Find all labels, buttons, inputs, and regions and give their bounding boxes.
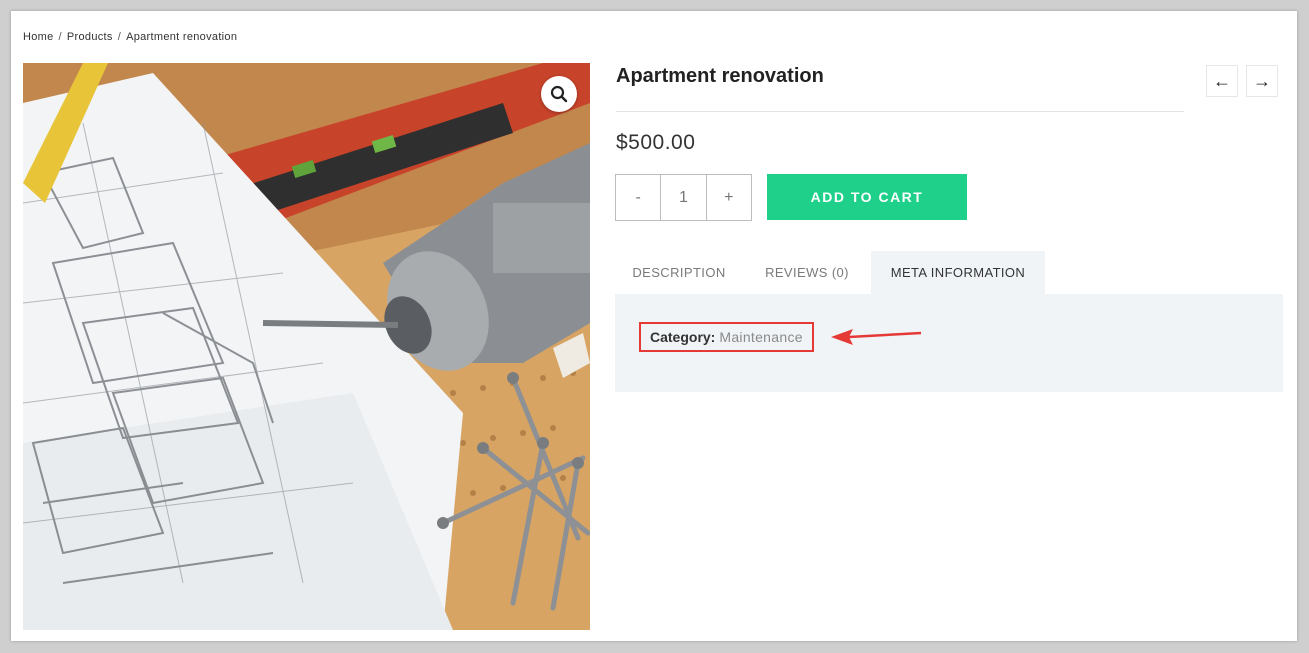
title-divider	[616, 111, 1184, 112]
category-link[interactable]: Maintenance	[719, 329, 802, 345]
product-title: Apartment renovation	[616, 65, 824, 87]
breadcrumb-home[interactable]: Home	[23, 31, 54, 43]
tab-reviews[interactable]: REVIEWS (0)	[743, 251, 871, 294]
breadcrumb-current: Apartment renovation	[126, 31, 238, 43]
next-product-button[interactable]: →	[1246, 65, 1278, 97]
tab-panel-meta: Category: Maintenance	[615, 294, 1283, 392]
tab-meta-information[interactable]: META INFORMATION	[871, 251, 1045, 294]
breadcrumb: Home / Products / Apartment renovation	[23, 31, 237, 43]
category-label: Category:	[650, 329, 716, 345]
breadcrumb-separator: /	[58, 31, 62, 43]
search-icon	[550, 85, 568, 103]
product-price: $500.00	[616, 131, 696, 154]
add-to-cart-button[interactable]: ADD TO CART	[767, 174, 967, 220]
page-frame: Home / Products / Apartment renovation A…	[11, 11, 1297, 641]
quantity-plus-button[interactable]: +	[707, 175, 751, 220]
quantity-minus-button[interactable]: -	[616, 175, 660, 220]
category-highlight-box: Category: Maintenance	[639, 322, 814, 352]
arrow-right-icon: →	[1253, 70, 1271, 91]
quantity-stepper: - 1 +	[615, 174, 752, 221]
prev-product-button[interactable]: ←	[1206, 65, 1238, 97]
product-image[interactable]	[23, 63, 590, 630]
tab-description[interactable]: DESCRIPTION	[615, 251, 743, 294]
arrow-left-icon: ←	[1213, 70, 1231, 91]
quantity-input[interactable]: 1	[660, 175, 707, 220]
breadcrumb-separator: /	[117, 31, 122, 43]
breadcrumb-products[interactable]: Products	[67, 31, 113, 43]
product-tabs: DESCRIPTION REVIEWS (0) META INFORMATION	[615, 251, 1045, 294]
zoom-button[interactable]	[541, 76, 577, 112]
annotation-arrow-icon	[831, 329, 922, 345]
product-photo	[23, 63, 590, 630]
